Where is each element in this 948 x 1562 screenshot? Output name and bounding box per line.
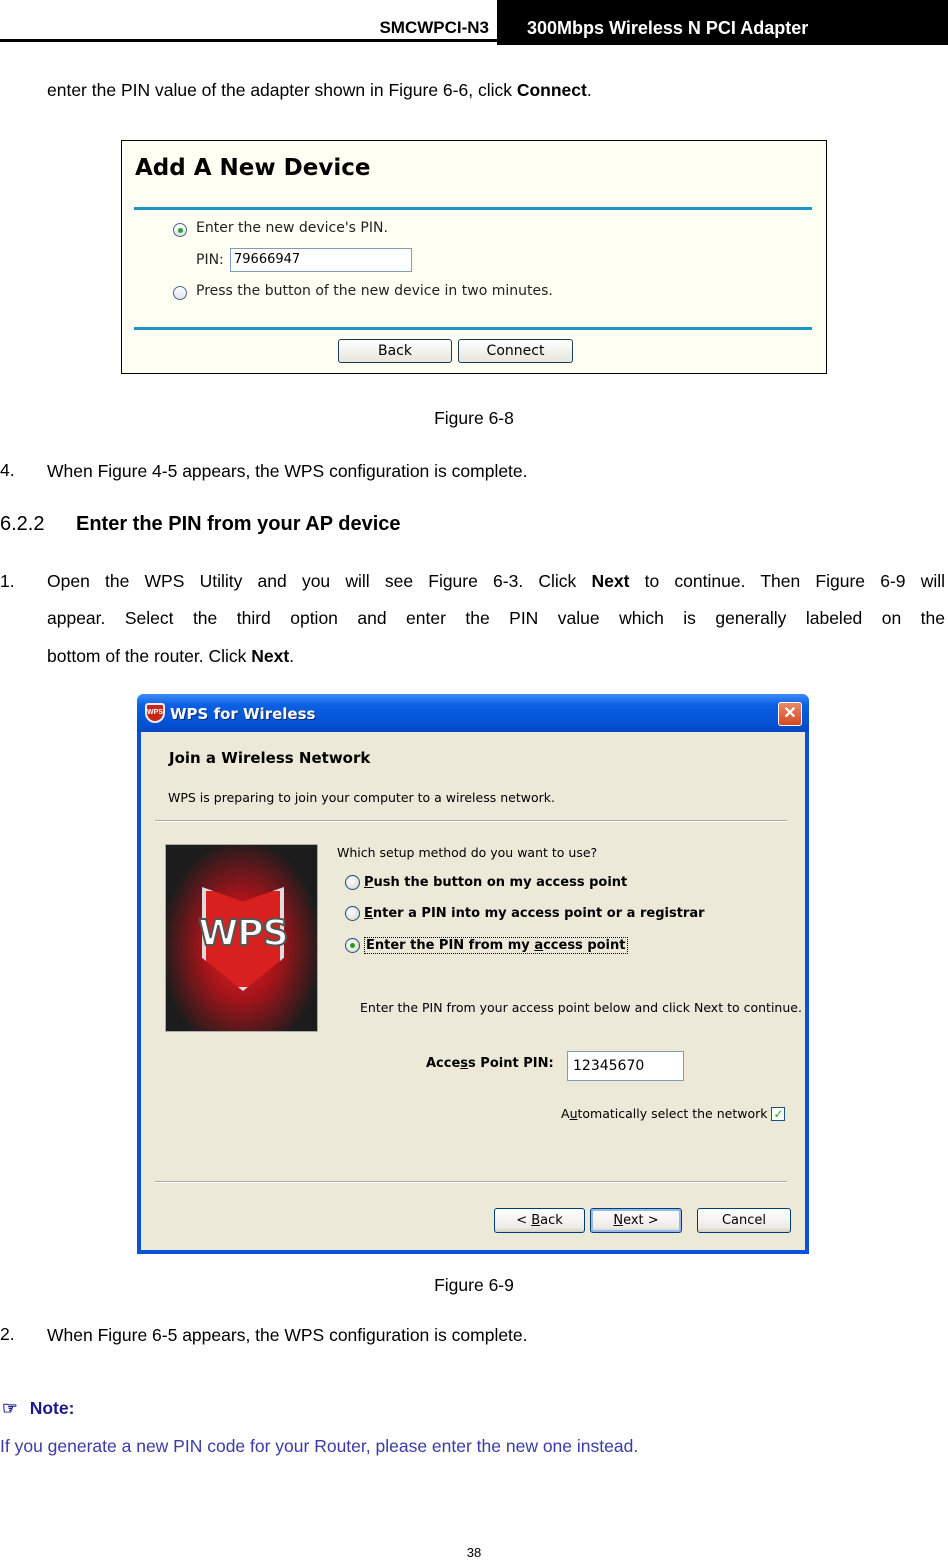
header-product: 300Mbps Wireless N PCI Adapter [527,18,809,38]
mnemonic: a [534,938,544,953]
intro-text: enter the PIN value of the adapter shown… [47,80,517,100]
label-part: Acce [426,1056,461,1071]
wizard-subtitle: WPS is preparing to join your computer t… [168,790,555,805]
intro-paragraph: enter the PIN value of the adapter shown… [47,79,592,101]
step-1-line-2: appear. Select the third option and ente… [47,608,945,628]
header-model: SMCWPCI-N3 [379,18,489,37]
pin-instruction: Enter the PIN from your access point bel… [360,1000,802,1015]
mnemonic: P [364,875,374,890]
wps-logo-text: WPS [197,912,289,955]
intro-after: . [586,80,592,100]
step-4-text: When Figure 4-5 appears, the WPS configu… [47,461,528,481]
radio-push-button[interactable] [345,875,360,890]
header-product-cell: 300Mbps Wireless N PCI Adapter [497,0,948,45]
step-1-text-a: Open the WPS Utility and you will see Fi… [47,571,592,591]
ap-pin-label: Access Point PIN: [426,1056,554,1071]
step-2-text: When Figure 6-5 appears, the WPS configu… [47,1325,528,1345]
mnemonic: N [613,1213,624,1228]
pointing-hand-icon: ☞ [2,1398,18,1418]
radio-enter-pin-label: Enter the new device's PIN. [196,220,388,236]
cancel-button[interactable]: Cancel [697,1208,791,1233]
pin-input[interactable]: 79666947 [230,248,412,272]
header-model-cell: SMCWPCI-N3 [0,0,497,42]
step-1-line-3: bottom of the router. Click Next. [47,645,294,667]
wizard-heading: Join a Wireless Network [169,749,371,767]
back-button[interactable]: < Back [494,1208,585,1233]
divider-top [134,207,812,210]
window-client-area: Join a Wireless Network WPS is preparing… [141,732,805,1250]
step-1-bold-next-2: Next [251,646,290,666]
option-push-button-label: Push the button on my access point [364,875,627,890]
wps-shield-icon: WPS [145,703,165,723]
option-enter-pin-from-ap[interactable]: Enter the PIN from my access point [345,937,628,954]
radio-press-button[interactable] [173,286,187,300]
step-1-text-b: to continue. Then Figure 6-9 will [629,571,946,591]
option-text: Enter the PIN from my [366,938,535,953]
setup-method-question: Which setup method do you want to use? [337,845,598,860]
option-enter-pin-into-ap-label: Enter a PIN into my access point or a re… [364,906,705,921]
step-1-bold-next: Next [591,571,630,591]
btn-part: < [516,1213,532,1228]
auto-select-checkbox[interactable]: ✓ [771,1106,786,1121]
radio-enter-pin-from-ap[interactable] [345,938,360,953]
option-text: ccess point [543,938,626,953]
auto-select-network[interactable]: Automatically select the network ✓ [561,1106,786,1121]
option-enter-pin-into-ap[interactable]: Enter a PIN into my access point or a re… [345,906,705,921]
step-2-number: 2. [0,1324,15,1344]
divider-bottom [134,327,812,330]
label-part: s Point PIN: [468,1056,554,1071]
figure-6-8-caption: Figure 6-8 [434,408,514,428]
add-device-title: Add A New Device [135,155,371,181]
next-button[interactable]: Next > [590,1208,682,1233]
radio-enter-pin[interactable] [173,223,187,237]
step-4-number: 4. [0,460,15,480]
wps-window: WPS WPS for Wireless ✕ Join a Wireless N… [137,694,809,1254]
separator-top [155,820,787,822]
label-part: tomatically select the network [577,1106,768,1121]
connect-button[interactable]: Connect [458,339,573,363]
page-header: SMCWPCI-N3 300Mbps Wireless N PCI Adapte… [0,0,948,45]
wps-logo-image: WPS [165,844,318,1032]
option-text: ush the button on my access point [373,875,628,890]
radio-press-button-label: Press the button of the new device in tw… [196,283,553,299]
pin-label: PIN: [196,252,224,268]
option-text: nter a PIN into my access point or a reg… [372,906,705,921]
radio-enter-pin-into-ap[interactable] [345,906,360,921]
figure-6-8-add-device: Add A New Device Enter the new device's … [121,140,827,374]
figure-6-9-caption: Figure 6-9 [434,1275,514,1295]
close-icon[interactable]: ✕ [778,702,802,726]
page-number: 38 [466,1545,482,1560]
btn-part: ack [540,1213,563,1228]
step-1-text-c: bottom of the router. Click [47,646,252,666]
option-enter-pin-from-ap-label: Enter the PIN from my access point [364,937,628,954]
section-title: Enter the PIN from your AP device [76,513,401,535]
mnemonic: E [364,906,373,921]
mnemonic: s [460,1056,469,1071]
intro-bold: Connect [516,80,587,100]
ap-pin-input[interactable]: 12345670 [567,1051,684,1081]
step-1-number: 1. [0,571,15,591]
window-titlebar[interactable]: WPS WPS for Wireless ✕ [137,694,809,732]
note-label: Note: [29,1398,75,1418]
label-part: A [561,1106,570,1121]
step-1-line-1: Open the WPS Utility and you will see Fi… [47,571,945,592]
section-number: 6.2.2 [0,513,45,535]
back-button[interactable]: Back [338,339,452,363]
separator-bottom [155,1181,787,1183]
window-title: WPS for Wireless [170,705,316,723]
note-header: ☞ Note: [2,1398,74,1419]
btn-part: ext > [623,1213,659,1228]
step-1-text-d: . [289,646,295,666]
option-push-button[interactable]: Push the button on my access point [345,875,627,890]
mnemonic: B [531,1213,541,1228]
note-text: If you generate a new PIN code for your … [0,1436,639,1456]
auto-select-label: Automatically select the network [561,1106,767,1121]
mnemonic: u [569,1106,578,1121]
